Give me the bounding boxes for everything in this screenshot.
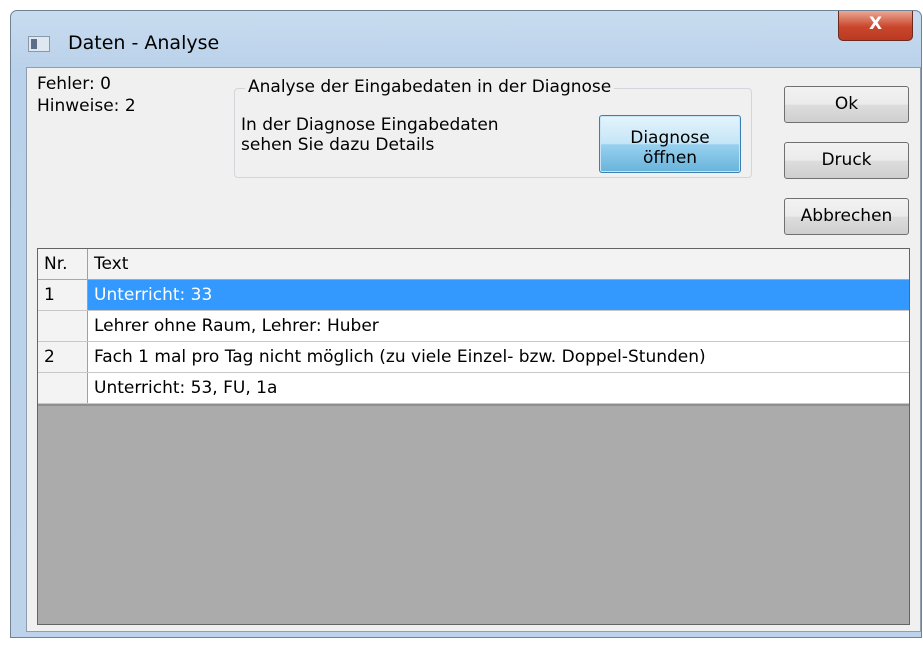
open-diagnosis-button[interactable]: Diagnose öffnen [599, 115, 741, 173]
row-text: Unterricht: 33 [88, 280, 909, 310]
table-divider [38, 404, 909, 406]
row-nr [38, 311, 88, 341]
group-title: Analyse der Eingabedaten in der Diagnose [245, 77, 615, 97]
column-header-nr[interactable]: Nr. [38, 249, 88, 279]
table-row[interactable]: Unterricht: 53, FU, 1a [38, 373, 909, 404]
window-title: Daten - Analyse [68, 32, 220, 54]
row-text: Fach 1 mal pro Tag nicht möglich (zu vie… [94, 347, 706, 367]
table-row[interactable]: Lehrer ohne Raum, Lehrer: Huber [38, 311, 909, 342]
open-diagnosis-label-1: Diagnose [630, 127, 710, 148]
column-header-text[interactable]: Text [88, 249, 909, 279]
errors-count: Fehler: 0 [37, 74, 111, 94]
window-icon [28, 36, 50, 52]
analysis-table[interactable]: Nr. Text 1 Unterricht: 33 Lehrer ohne Ra… [37, 248, 910, 625]
ok-button[interactable]: Ok [784, 86, 909, 123]
print-button[interactable]: Druck [784, 142, 909, 179]
title-bar[interactable]: Daten - Analyse X [11, 11, 921, 67]
dialog-client-area: Fehler: 0 Hinweise: 2 Analyse der Eingab… [26, 67, 921, 632]
row-nr: 2 [38, 342, 88, 372]
group-description-line-1: In der Diagnose Eingabedaten [241, 115, 499, 135]
open-diagnosis-label-2: öffnen [642, 147, 698, 168]
row-nr [38, 373, 88, 403]
row-text: Lehrer ohne Raum, Lehrer: Huber [94, 316, 379, 336]
group-description-line-2: sehen Sie dazu Details [241, 135, 435, 155]
close-icon: X [868, 14, 883, 34]
table-row[interactable]: 1 Unterricht: 33 [38, 280, 909, 311]
row-nr: 1 [38, 280, 88, 310]
dialog-window: Daten - Analyse X Fehler: 0 Hinweise: 2 … [10, 10, 922, 638]
cancel-button[interactable]: Abbrechen [784, 198, 909, 235]
group-description: In der Diagnose Eingabedaten sehen Sie d… [241, 115, 499, 155]
row-text: Unterricht: 53, FU, 1a [94, 378, 278, 398]
close-button[interactable]: X [838, 11, 913, 41]
hints-count: Hinweise: 2 [37, 96, 136, 116]
table-header: Nr. Text [38, 249, 909, 280]
table-row[interactable]: 2 Fach 1 mal pro Tag nicht möglich (zu v… [38, 342, 909, 373]
table-body: Nr. Text 1 Unterricht: 33 Lehrer ohne Ra… [38, 249, 909, 404]
